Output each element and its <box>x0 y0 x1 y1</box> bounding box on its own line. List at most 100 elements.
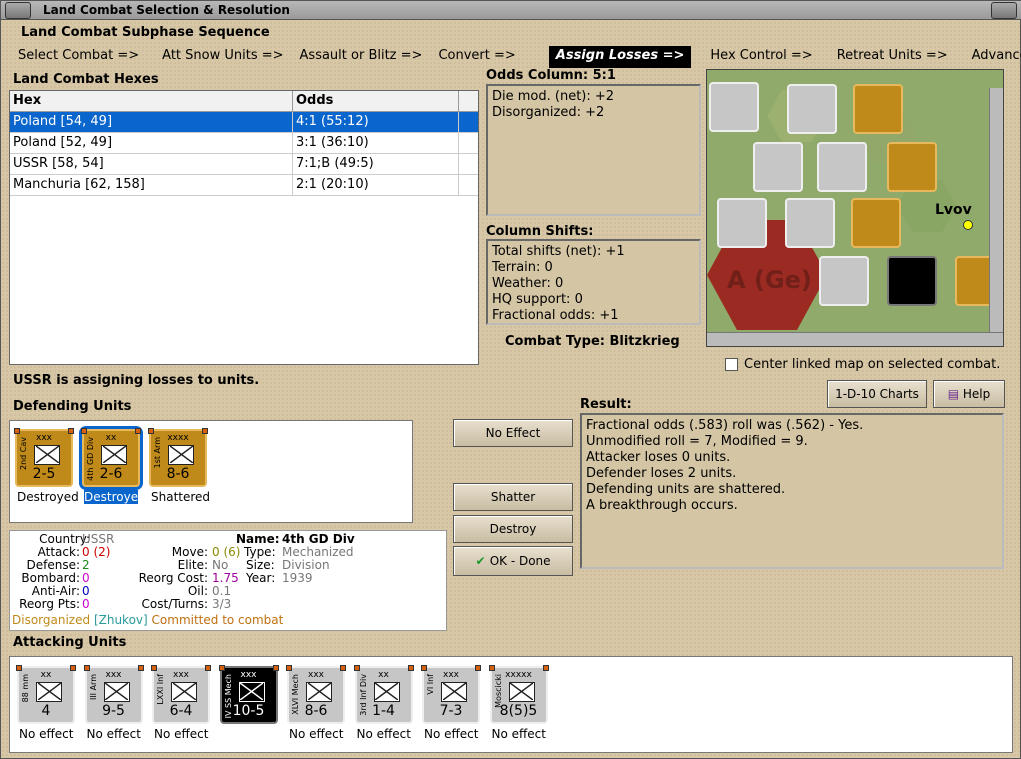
unit-counter[interactable]: xxxx 1st Arm 8-6 Shattered <box>148 428 210 504</box>
unit-type-icon <box>441 682 467 702</box>
no-effect-button[interactable]: No Effect <box>453 419 573 447</box>
unit-strength: 4 <box>41 703 51 719</box>
result-line: A breakthrough occurs. <box>586 498 738 513</box>
hex-cell: USSR [58, 54] <box>10 154 293 174</box>
map-unit[interactable] <box>717 198 767 248</box>
combat-type: Combat Type: Blitzkrieg <box>505 334 680 349</box>
map-unit[interactable] <box>787 84 837 134</box>
col-hex: Hex <box>10 91 293 111</box>
subphase-step[interactable]: Hex Control => <box>703 46 819 68</box>
map-unit[interactable] <box>817 142 867 192</box>
year-value: 1939 <box>282 571 313 585</box>
table-row[interactable]: Poland [52, 49] 3:1 (36:10) <box>10 133 478 154</box>
unit-type-icon <box>168 445 194 465</box>
unit-counter[interactable]: xxx VI Inf 7-3 No effect <box>421 665 481 741</box>
attack-num: 0 <box>82 545 90 559</box>
disorganized-flag: Disorganized <box>12 613 91 627</box>
table-row[interactable]: Poland [54, 49] 4:1 (55:12) <box>10 112 478 133</box>
shifts-panel: Total shifts (net): +1 Terrain: 0 Weathe… <box>486 239 701 325</box>
city-icon <box>963 220 973 230</box>
unit-name: III Arm <box>88 674 98 701</box>
subphase-step[interactable]: Att Snow Units => <box>155 46 290 68</box>
unit-status: No effect <box>19 727 74 741</box>
shift-line: Fractional odds: +1 <box>492 308 619 323</box>
subphase-step[interactable]: Assault or Blitz => <box>293 46 430 68</box>
shift-line: Weather: 0 <box>492 276 564 291</box>
charts-button[interactable]: 1-D-10 Charts <box>827 380 927 408</box>
unit-info-panel: Country: USSR Attack: 0 (2) Defense: 2 B… <box>9 530 447 631</box>
unit-strength: 8-6 <box>304 703 328 719</box>
linked-map[interactable]: Lvov A (Ge) <box>706 69 1004 347</box>
destroy-button[interactable]: Destroy <box>453 515 573 543</box>
subphase-step[interactable]: Assign Losses => <box>548 46 692 68</box>
table-row[interactable]: Manchuria [62, 158] 2:1 (20:10) <box>10 175 478 196</box>
ok-done-button[interactable]: ✔ OK - Done <box>453 546 573 576</box>
ok-label: OK - Done <box>489 554 551 568</box>
reorg-value: 0 <box>82 597 90 611</box>
unit-counter[interactable]: xx 3rd Inf Div 1-4 No effect <box>353 665 414 741</box>
unit-status: No effect <box>154 727 209 741</box>
center-map-label: Center linked map on selected combat. <box>744 357 1001 372</box>
unit-status: Destroyed <box>17 490 79 504</box>
reorg-label: Reorg Pts: <box>19 597 80 611</box>
subphase-steps: Select Combat => Att Snow Units => Assault… <box>11 46 1021 68</box>
map-unit[interactable] <box>785 198 835 248</box>
odds-line: Die mod. (net): +2 <box>492 89 615 104</box>
hq-flag: [Zhukov] <box>93 613 148 627</box>
help-button[interactable]: ▤ Help <box>933 380 1005 408</box>
unit-status: No effect <box>424 727 479 741</box>
unit-name: VI Inf <box>426 674 435 695</box>
table-row[interactable]: USSR [58, 54] 7:1;B (49:5) <box>10 154 478 175</box>
cost-turns-label: Cost/Turns: <box>141 597 208 611</box>
map-hscroll[interactable] <box>707 332 1003 346</box>
shift-line: Total shifts (net): +1 <box>492 244 625 259</box>
unit-status: Shattered <box>151 490 211 504</box>
unit-counter[interactable]: xxx III Arm 9-5 No effect <box>83 665 144 741</box>
odds-line: Disorganized: +2 <box>492 105 605 120</box>
map-unit[interactable] <box>753 142 803 192</box>
unit-counter[interactable]: xxx 2nd Cav 2-5 Destroyed <box>14 428 79 504</box>
result-title: Result: <box>580 397 632 412</box>
subphase-step[interactable]: Select Combat => <box>11 46 146 68</box>
close-button[interactable] <box>991 2 1017 19</box>
window-menu-button[interactable] <box>5 2 31 19</box>
map-unit[interactable] <box>851 198 901 248</box>
unit-name: 88 mm <box>21 674 30 703</box>
hexes-title: Land Combat Hexes <box>13 72 159 87</box>
region-label: A (Ge) <box>727 266 812 294</box>
attacking-units-area: xx 88 mm 4 No effect xxx III Arm 9-5 No effect x… <box>9 656 1013 753</box>
shift-line: Terrain: 0 <box>492 260 553 275</box>
map-unit[interactable] <box>819 256 869 306</box>
unit-counter[interactable]: xxx XLVI Mech 8-6 No effect <box>286 665 346 741</box>
subphase-step[interactable]: Advance Units <box>965 46 1021 68</box>
unit-strength: 10-5 <box>232 703 265 719</box>
map-unit[interactable] <box>887 142 937 192</box>
unit-counter[interactable]: xx 4th GD Div 2-6 Destroyed <box>79 426 146 504</box>
map-unit[interactable] <box>709 82 759 132</box>
unit-name: 1st Arm <box>153 437 162 469</box>
odds-cell: 2:1 (20:10) <box>293 175 459 195</box>
unit-type-icon <box>34 445 60 465</box>
result-panel: Fractional odds (.583) roll was (.562) -… <box>580 413 1004 569</box>
unit-counter[interactable]: xxxxx Moscicki 8(5)5 No effect <box>488 665 549 741</box>
unit-counter[interactable]: xxx IV SS Mech 10-5 No effect <box>218 665 279 741</box>
col-odds: Odds <box>293 91 459 111</box>
subphase-step[interactable]: Convert => <box>431 46 522 68</box>
unit-counter[interactable]: xx 88 mm 4 No effect <box>16 665 76 741</box>
map-vscroll[interactable] <box>989 88 1003 332</box>
unit-strength: 7-3 <box>439 703 463 719</box>
center-map-checkbox[interactable] <box>725 358 738 371</box>
subphase-step[interactable]: Retreat Units => <box>830 46 955 68</box>
map-unit[interactable] <box>853 84 903 134</box>
combat-hexes-table: Hex Odds Poland [54, 49] 4:1 (55:12) Polan… <box>9 90 479 365</box>
cost-turns-value: 3/3 <box>212 597 232 611</box>
unit-counter[interactable]: xxx LXXI Inf 6-4 No effect <box>151 665 211 741</box>
status-text: USSR is assigning losses to units. <box>13 373 260 388</box>
shifts-title: Column Shifts: <box>486 224 594 239</box>
shatter-button[interactable]: Shatter <box>453 483 573 511</box>
odds-cell: 3:1 (36:10) <box>293 133 459 153</box>
book-icon: ▤ <box>947 387 963 401</box>
attack-base: (2) <box>93 545 111 559</box>
hex-cell: Poland [52, 49] <box>10 133 293 153</box>
map-unit[interactable] <box>887 256 937 306</box>
